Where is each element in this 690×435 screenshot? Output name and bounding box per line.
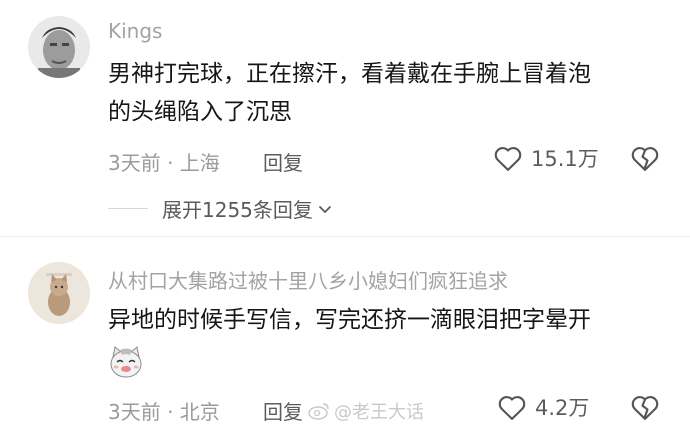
- expand-divider-line: [108, 208, 148, 209]
- comment-meta: 3天前 · 北京: [108, 400, 220, 424]
- comment-text-line: 的头绳陷入了沉思: [108, 99, 292, 125]
- reply-button[interactable]: 回复: [263, 147, 303, 176]
- expand-replies-button[interactable]: 展开1255条回复: [108, 194, 333, 223]
- comment-text-line: 男神打完球，正在擦汗，看着戴在手腕上冒着泡: [108, 61, 591, 87]
- watermark-text: @老王大话: [334, 402, 424, 423]
- comment-meta: 3天前 · 上海: [108, 151, 220, 175]
- heart-outline-icon: [494, 147, 522, 171]
- like-button[interactable]: 4.2万: [497, 392, 589, 422]
- avatar[interactable]: [28, 16, 90, 78]
- comment-text-line: 异地的时候手写信，写完还挤一滴眼泪把字晕开: [108, 307, 591, 333]
- dislike-button[interactable]: [630, 393, 660, 425]
- reply-button[interactable]: 回复: [263, 396, 303, 425]
- comment-username[interactable]: 从村口大集路过被十里八乡小媳妇们疯狂追求: [108, 265, 508, 294]
- weibo-logo-icon: [308, 403, 329, 420]
- dislike-button[interactable]: [630, 144, 660, 176]
- avatar[interactable]: [28, 262, 90, 324]
- like-button[interactable]: 15.1万: [493, 143, 599, 173]
- broken-heart-icon: [631, 147, 659, 171]
- comment-username[interactable]: Kings: [108, 19, 162, 43]
- like-count: 15.1万: [531, 147, 599, 171]
- cat-smile-emoji-icon: [108, 344, 144, 380]
- watermark: @老王大话: [308, 398, 424, 424]
- broken-heart-icon: [631, 396, 659, 420]
- comment-divider: [0, 236, 690, 237]
- expand-replies-label: 展开1255条回复: [162, 198, 313, 222]
- chevron-down-icon: [319, 205, 331, 213]
- heart-outline-icon: [498, 396, 526, 420]
- like-count: 4.2万: [535, 396, 590, 420]
